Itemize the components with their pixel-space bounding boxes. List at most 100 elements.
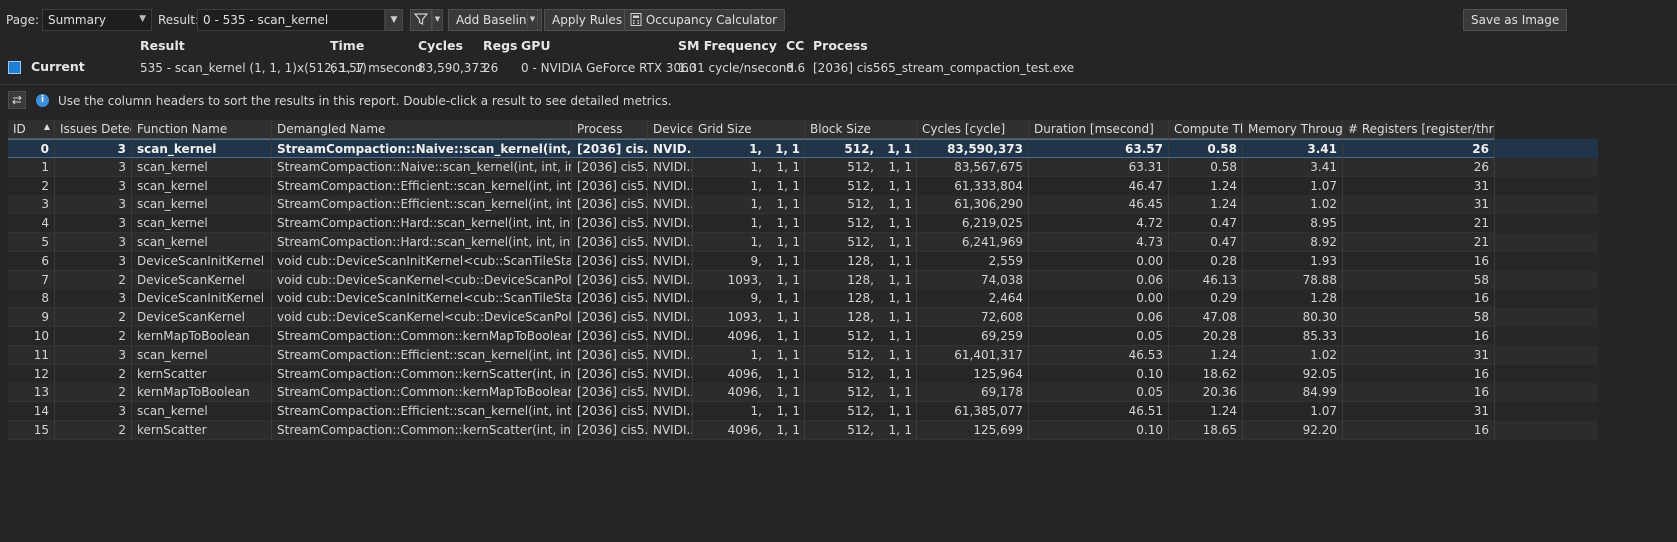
table-row[interactable]: 4 3 scan_kernel StreamCompaction::Hard::sca… [8, 214, 1598, 234]
grid-dim-0: 9, [750, 253, 762, 268]
block-dim-1: 1, [888, 216, 900, 231]
save-as-image-button[interactable]: Save as Image [1463, 9, 1568, 31]
column-header-device[interactable]: Device N [648, 120, 693, 139]
transpose-button[interactable] [8, 91, 26, 109]
grid-dim-0: 4096, [727, 423, 762, 437]
apply-rules-button[interactable]: Apply Rules [544, 9, 631, 31]
block-dim-1: 1, [888, 159, 900, 174]
cell-issues: 3 [55, 233, 132, 252]
cell-process: [2036] cis5... [572, 195, 648, 215]
cell-registers: 21 [1343, 214, 1495, 234]
result-dropdown-button[interactable]: ▼ [385, 9, 403, 31]
table-row[interactable]: 3 3 scan_kernel StreamCompaction::Efficient… [8, 195, 1598, 215]
grid-dim-1: 1, [776, 366, 788, 381]
cell-memory-throughput: 1.07 [1243, 176, 1343, 196]
current-sm-frequency: 1.31 cycle/nsecond [678, 61, 794, 75]
block-dim-1: 1, [888, 347, 900, 362]
filter-button[interactable] [410, 9, 432, 31]
column-header-memory-throughput[interactable]: Memory Throughput [ [1243, 120, 1343, 139]
table-row[interactable]: 12 2 kernScatter StreamCompaction::Common::… [8, 364, 1598, 384]
cell-process: [2036] cis5... [572, 402, 648, 422]
column-header-cycles[interactable]: Cycles [cycle] [917, 120, 1029, 139]
cell-registers: 31 [1343, 402, 1495, 422]
cell-compute-throughput: 1.24 [1169, 402, 1243, 422]
table-row[interactable]: 15 2 kernScatter StreamCompaction::Common::… [8, 421, 1598, 440]
column-header-block-size[interactable]: Block Size [805, 120, 917, 139]
page-label: Page: [6, 13, 40, 27]
table-row[interactable]: 10 2 kernMapToBoolean StreamCompaction::Com… [8, 327, 1598, 346]
cell-function-name: scan_kernel [132, 195, 272, 215]
block-dim-2: 1 [904, 329, 912, 343]
table-row[interactable]: 11 3 scan_kernel StreamCompaction::Efficien… [8, 345, 1598, 365]
block-dim-0: 128, [847, 291, 874, 306]
block-dim-1: 1, [888, 366, 900, 381]
table-row[interactable]: 13 2 kernMapToBoolean StreamCompaction::Com… [8, 383, 1598, 403]
cell-duration: 0.05 [1029, 327, 1169, 346]
column-header-compute-throughput[interactable]: Compute Thro [1169, 120, 1243, 139]
column-header-issues[interactable]: Issues Detecte [55, 120, 132, 139]
column-header-id[interactable]: ID ▲ [8, 120, 55, 139]
cell-compute-throughput: 0.47 [1169, 214, 1243, 234]
table-row[interactable]: 1 3 scan_kernel StreamCompaction::Naive::sc… [8, 157, 1598, 177]
cell-memory-throughput: 84.99 [1243, 383, 1343, 403]
grid-dim-0: 1, [750, 235, 762, 249]
block-dim-1: 1, [888, 235, 900, 249]
filter-dropdown-button[interactable]: ▼ [432, 9, 443, 31]
table-row[interactable]: 6 3 DeviceScanInitKernel void cub::DeviceSc… [8, 251, 1598, 271]
header-cc: CC [786, 38, 805, 53]
cell-issues: 2 [55, 270, 132, 290]
cell-id: 9 [8, 308, 55, 328]
grid-dim-1: 1, [776, 329, 788, 343]
cell-id: 12 [8, 364, 55, 384]
cell-duration: 46.53 [1029, 345, 1169, 365]
page-select[interactable]: Summary ▼ [42, 9, 152, 31]
cell-id: 8 [8, 289, 55, 309]
chevron-down-icon: ▼ [434, 15, 441, 23]
grid-dim-0: 4096, [727, 385, 762, 400]
table-row[interactable]: 14 3 scan_kernel StreamCompaction::Efficien… [8, 402, 1598, 422]
cell-cycles: 72,608 [917, 308, 1029, 328]
baseline-dropdown-button[interactable]: ▼ [527, 9, 538, 31]
cell-id: 13 [8, 383, 55, 403]
result-select-value: 0 - 535 - scan_kernel [203, 13, 329, 27]
occupancy-calculator-button[interactable]: Occupancy Calculator [624, 9, 786, 31]
grid-dim-1: 1, [776, 216, 788, 231]
cell-demangled-name: StreamCompaction::Efficient::scan_kernel… [272, 402, 572, 422]
cell-block-size: 512, 1, 1 [805, 364, 917, 384]
grid-dim-2: 1 [792, 178, 800, 193]
cell-compute-throughput: 1.24 [1169, 345, 1243, 365]
column-header-duration[interactable]: Duration [msecond] [1029, 120, 1169, 139]
cell-duration: 46.47 [1029, 176, 1169, 196]
column-header-demangled-name[interactable]: Demangled Name [272, 120, 572, 139]
cell-registers: 26 [1343, 139, 1495, 158]
block-dim-1: 1, [888, 329, 900, 343]
table-row[interactable]: 0 3 scan_kernel StreamCompaction::Naive::sc… [8, 139, 1598, 158]
cell-issues: 2 [55, 308, 132, 328]
cell-function-name: scan_kernel [132, 345, 272, 365]
table-row[interactable]: 9 2 DeviceScanKernel void cub::DeviceScanKe… [8, 308, 1598, 328]
column-header-grid-size[interactable]: Grid Size [693, 120, 805, 139]
grid-dim-1: 1, [776, 235, 788, 249]
table-row[interactable]: 8 3 DeviceScanInitKernel void cub::DeviceSc… [8, 289, 1598, 309]
table-row[interactable]: 7 2 DeviceScanKernel void cub::DeviceScanKe… [8, 270, 1598, 290]
grid-dim-0: 1, [750, 216, 762, 231]
cell-demangled-name: StreamCompaction::Common::kernMapToBoole… [272, 383, 572, 403]
cell-block-size: 512, 1, 1 [805, 345, 917, 365]
grid-dim-1: 1, [776, 347, 788, 362]
table-row[interactable]: 5 3 scan_kernel StreamCompaction::Hard::sca… [8, 233, 1598, 252]
cell-duration: 0.10 [1029, 364, 1169, 384]
cell-process: [2036] cis5... [572, 308, 648, 328]
block-dim-0: 128, [847, 253, 874, 268]
divider [0, 84, 1677, 85]
cell-compute-throughput: 18.62 [1169, 364, 1243, 384]
column-header-function-name[interactable]: Function Name [132, 120, 272, 139]
cell-grid-size: 1, 1, 1 [693, 402, 805, 422]
result-select[interactable]: 0 - 535 - scan_kernel [197, 9, 385, 31]
table-row[interactable]: 2 3 scan_kernel StreamCompaction::Efficient… [8, 176, 1598, 196]
column-header-registers[interactable]: # Registers [register/thread [1343, 120, 1495, 139]
cell-demangled-name: StreamCompaction::Efficient::scan_kernel… [272, 195, 572, 215]
cell-duration: 0.00 [1029, 251, 1169, 271]
cell-registers: 26 [1343, 157, 1495, 177]
column-header-process[interactable]: Process [572, 120, 648, 139]
block-dim-2: 1 [904, 404, 912, 419]
